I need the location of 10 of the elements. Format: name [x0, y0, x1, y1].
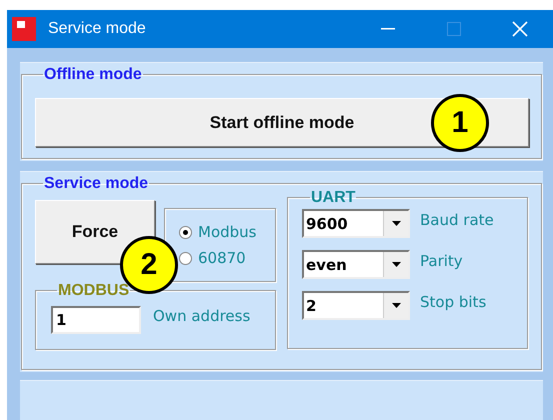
group-title: Service mode [43, 174, 150, 193]
field-label: Baud rate [420, 211, 494, 229]
field-label: Stop bits [420, 293, 486, 311]
field-label: Parity [420, 252, 463, 270]
radio-label: Modbus [198, 223, 256, 241]
radio-label: 60870 [198, 249, 246, 267]
group-title: UART [310, 188, 356, 207]
window-title: Service mode [48, 20, 147, 38]
group-title: Offline mode [43, 65, 143, 84]
field-label: Own address [153, 306, 250, 326]
